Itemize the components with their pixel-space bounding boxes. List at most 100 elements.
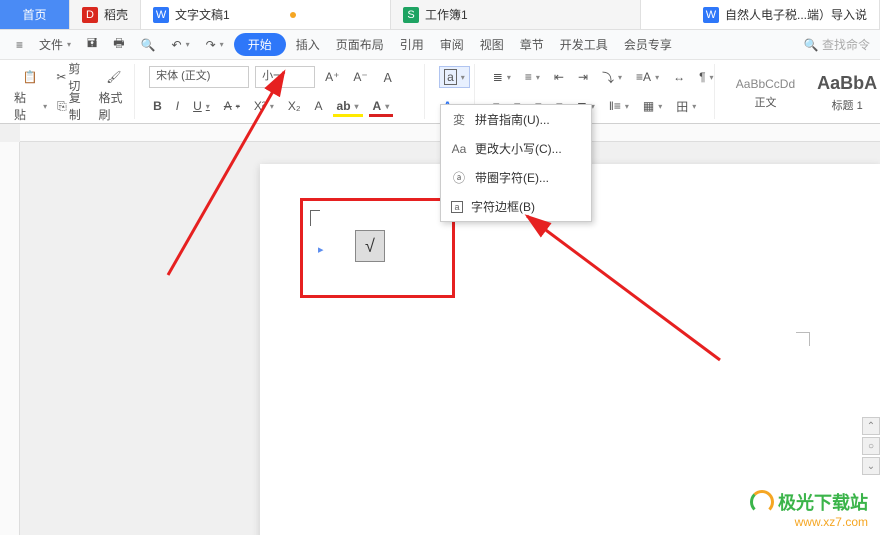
search-icon: 🔍 <box>804 38 818 52</box>
tab-document[interactable]: W 文字文稿1 <box>141 0 391 29</box>
menu-pinyin-guide[interactable]: 変 拼音指南(U)... <box>441 105 591 134</box>
watermark-url: www.xz7.com <box>750 515 868 529</box>
pinyin-icon: 変 <box>451 112 467 128</box>
tab-tax-doc[interactable]: W 自然人电子税...端）导入说 <box>691 0 880 29</box>
line-height-button[interactable]: ‖≡▾ <box>605 97 633 115</box>
line-spacing-button[interactable]: ≡A▾ <box>632 68 663 86</box>
font-color-button[interactable]: A▾ <box>369 97 394 115</box>
style-normal[interactable]: AaBbCcDd 正文 <box>729 74 802 110</box>
menu-page-layout[interactable]: 页面布局 <box>330 33 390 56</box>
menu-chapter[interactable]: 章节 <box>514 33 550 56</box>
font-name-value: 宋体 (正文) <box>156 70 210 82</box>
copy-button[interactable]: ⎘复制 <box>53 87 92 125</box>
tab-docker[interactable]: D 稻壳 <box>70 0 141 29</box>
print-icon[interactable]: 🖶 <box>107 31 130 58</box>
bold-button[interactable]: B <box>149 97 166 115</box>
redo-icon[interactable]: ↷▾ <box>200 35 230 55</box>
tab-label: 文字文稿1 <box>175 6 230 23</box>
menu-devtools[interactable]: 开发工具 <box>554 33 614 56</box>
tab-home[interactable]: 首页 <box>0 0 70 29</box>
checked-cell[interactable]: √ <box>355 230 385 262</box>
show-marks-button[interactable]: ¶▾ <box>695 68 717 86</box>
sort-button[interactable]: ⤵▾ <box>598 67 626 88</box>
scroll-up-button[interactable]: ⌃ <box>862 417 880 435</box>
grow-font-button[interactable]: A⁺ <box>321 68 343 86</box>
document-tabs: 首页 D 稻壳 W 文字文稿1 S 工作簿1 W 自然人电子税...端）导入说 <box>0 0 880 30</box>
border-icon: a <box>451 201 463 213</box>
scroll-mid-button[interactable]: ○ <box>862 437 880 455</box>
italic-button[interactable]: I <box>172 97 183 115</box>
page-corner-mark <box>796 332 810 346</box>
menu-review[interactable]: 审阅 <box>434 33 470 56</box>
app-menu-icon[interactable]: ≡ <box>10 35 29 55</box>
menu-view[interactable]: 视图 <box>474 33 510 56</box>
paste-button[interactable]: 📋 <box>14 64 46 90</box>
tab-label: 自然人电子税...端）导入说 <box>725 6 867 23</box>
menu-member[interactable]: 会员专享 <box>618 33 678 56</box>
indent-button[interactable]: ⇥ <box>574 68 592 86</box>
outdent-button[interactable]: ⇤ <box>550 68 568 86</box>
menu-char-border[interactable]: a 字符边框(B) <box>441 192 591 221</box>
docker-icon: D <box>82 7 98 23</box>
watermark-name: 极光下载站 <box>778 489 868 515</box>
undo-icon[interactable]: ↶▾ <box>166 35 196 55</box>
enclose-icon: ⓐ <box>451 170 467 186</box>
strike-button[interactable]: A▾ <box>220 97 244 115</box>
unsaved-dot-icon <box>290 12 296 18</box>
char-border-dropdown[interactable]: a▾ <box>439 66 470 88</box>
menu-item-label: 字符边框(B) <box>471 198 535 215</box>
highlight-button[interactable]: ab▾ <box>333 97 363 115</box>
style-h1-label: 标题 1 <box>810 97 880 113</box>
menu-item-label: 带圈字符(E)... <box>475 169 549 186</box>
style-normal-label: 正文 <box>729 94 802 110</box>
clear-format-button[interactable]: Ａ <box>378 67 398 88</box>
shrink-font-button[interactable]: A⁻ <box>349 68 371 86</box>
style-heading1[interactable]: AaBbA 标题 1 <box>810 70 880 113</box>
underline-button[interactable]: U▾ <box>189 97 214 115</box>
font-name-select[interactable]: 宋体 (正文) <box>149 66 249 88</box>
menu-start[interactable]: 开始 <box>234 33 286 56</box>
menu-enclose-char[interactable]: ⓐ 带圈字符(E)... <box>441 163 591 192</box>
char-shading-button[interactable]: A <box>311 97 327 115</box>
vertical-ruler[interactable] <box>0 142 20 535</box>
insert-cursor-icon: ▸ <box>318 243 324 256</box>
watermark-swirl-icon <box>750 490 774 514</box>
file-label: 文件 <box>39 36 63 53</box>
tab-spreadsheet[interactable]: S 工作簿1 <box>391 0 641 29</box>
scroll-controls: ⌃ ○ ⌄ <box>862 417 880 475</box>
site-watermark: 极光下载站 www.xz7.com <box>750 489 868 529</box>
copy-icon: ⎘ <box>57 99 67 114</box>
shading-button[interactable]: ▦▾ <box>639 97 666 115</box>
align-dist-button[interactable]: ↔ <box>669 68 689 86</box>
style-normal-sample: AaBbCcDd <box>729 74 802 94</box>
tab-label: 稻壳 <box>104 6 128 23</box>
numbering-button[interactable]: ≡▾ <box>521 68 544 86</box>
styles-group: AaBbCcDd 正文 AaBbA 标题 1 <box>725 64 880 119</box>
superscript-button[interactable]: X²▾ <box>250 97 278 115</box>
case-icon: Aa <box>451 141 467 157</box>
scissors-icon: ✂ <box>56 70 66 84</box>
menu-references[interactable]: 引用 <box>394 33 430 56</box>
save-icon[interactable]: 🖬 <box>81 31 103 58</box>
format-painter-label: 格式刷 <box>98 89 130 123</box>
char-border-icon: a <box>444 69 457 85</box>
format-painter-button[interactable]: 🖌 <box>98 64 130 90</box>
borders-button[interactable]: 田▾ <box>672 96 700 117</box>
menu-change-case[interactable]: Aa 更改大小写(C)... <box>441 134 591 163</box>
font-size-select[interactable]: 小一 <box>255 66 315 88</box>
preview-icon[interactable]: 🔍 <box>135 35 162 55</box>
subscript-button[interactable]: X₂ <box>284 97 305 115</box>
paste-icon: 📋 <box>19 66 41 88</box>
menu-insert[interactable]: 插入 <box>290 33 326 56</box>
search-placeholder: 查找命令 <box>822 36 870 53</box>
menu-item-label: 拼音指南(U)... <box>475 111 550 128</box>
command-search[interactable]: 🔍 查找命令 <box>804 36 870 53</box>
paste-label: 粘贴 <box>14 89 35 123</box>
scroll-down-button[interactable]: ⌄ <box>862 457 880 475</box>
bullets-button[interactable]: ≣▾ <box>489 68 515 86</box>
file-menu[interactable]: 文件▾ <box>33 33 77 56</box>
word-icon: W <box>153 7 169 23</box>
char-border-menu: 変 拼音指南(U)... Aa 更改大小写(C)... ⓐ 带圈字符(E)...… <box>440 104 592 222</box>
style-h1-sample: AaBbA <box>810 70 880 97</box>
menu-item-label: 更改大小写(C)... <box>475 140 562 157</box>
